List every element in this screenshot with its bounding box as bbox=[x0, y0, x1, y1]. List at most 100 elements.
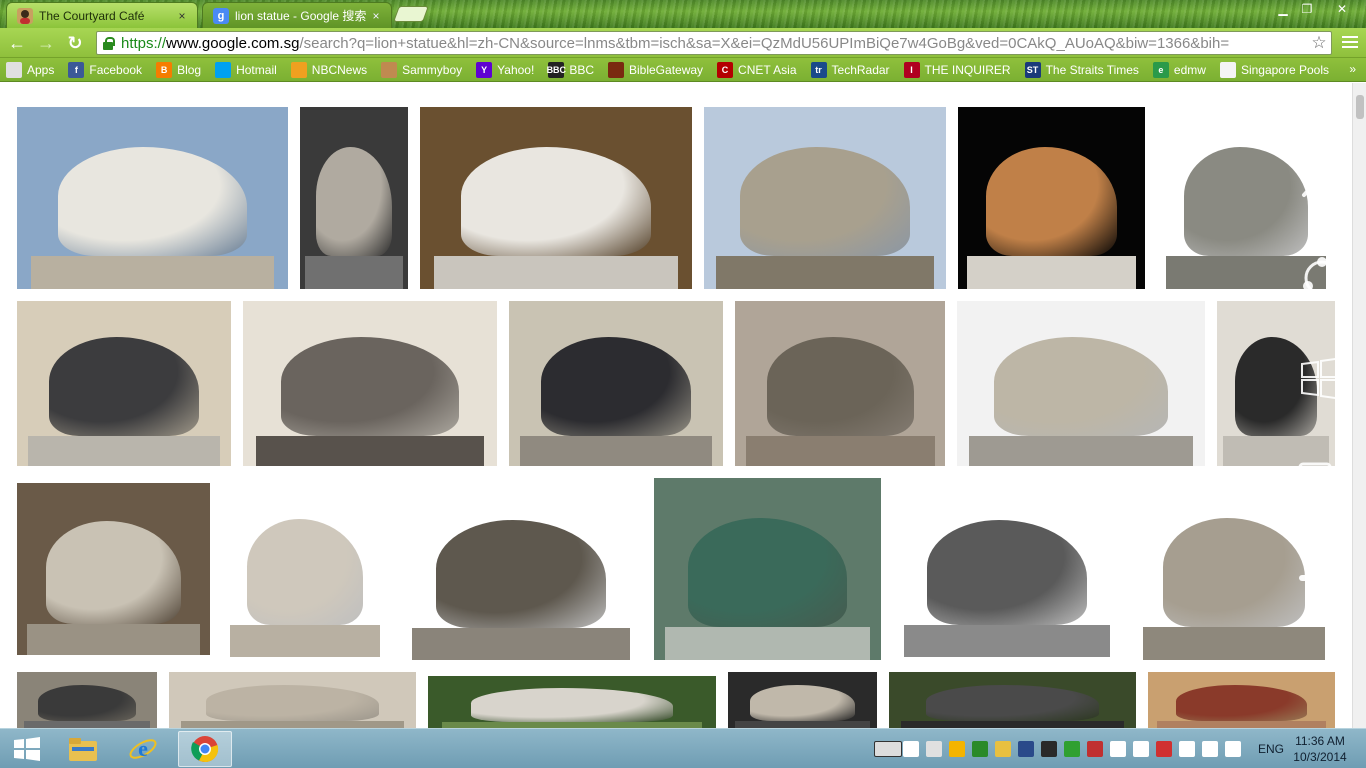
bookmark-hotmail[interactable]: Hotmail bbox=[215, 61, 277, 78]
signal-icon[interactable] bbox=[1202, 741, 1218, 757]
image-result-lion-statue[interactable] bbox=[17, 301, 231, 466]
bookmark-nbcnews[interactable]: NBCNews bbox=[290, 61, 367, 78]
clock-time[interactable]: 11:36 AM bbox=[1290, 734, 1350, 748]
bookmark-the-inquirer[interactable]: I THE INQUIRER bbox=[903, 61, 1011, 78]
image-result-lion-statue[interactable] bbox=[17, 672, 157, 728]
url-text[interactable]: https://www.google.com.sg/search?q=lion+… bbox=[121, 35, 1307, 52]
start-charm[interactable] bbox=[1296, 352, 1348, 404]
network-drive-icon[interactable] bbox=[926, 741, 942, 757]
share-charm[interactable] bbox=[1296, 252, 1348, 304]
statue-pedestal bbox=[1143, 627, 1325, 660]
bookmark-sammyboy[interactable]: Sammyboy bbox=[381, 61, 462, 78]
clock-date[interactable]: 10/3/2014 bbox=[1290, 750, 1350, 764]
image-result-lion-statue[interactable] bbox=[17, 483, 210, 655]
facebook-icon: f bbox=[68, 61, 85, 78]
bookmark-facebook[interactable]: f Facebook bbox=[68, 61, 142, 78]
bookmark-biblegateway[interactable]: BibleGateway bbox=[608, 61, 703, 78]
internet-explorer-button[interactable]: e bbox=[116, 731, 170, 767]
google-drive-icon[interactable] bbox=[949, 741, 965, 757]
image-result-lion-statue[interactable] bbox=[1148, 672, 1335, 728]
image-result-lion-statue[interactable] bbox=[957, 301, 1205, 466]
chrome-button[interactable] bbox=[178, 731, 232, 767]
bookmark-singapore-pools[interactable]: Singapore Pools bbox=[1219, 61, 1329, 78]
address-bar[interactable]: https://www.google.com.sg/search?q=lion+… bbox=[96, 31, 1332, 55]
antivirus-icon[interactable] bbox=[995, 741, 1011, 757]
image-result-lion-statue[interactable] bbox=[17, 107, 288, 289]
bbc-icon: BBC bbox=[547, 61, 566, 78]
image-result-lion-statue[interactable] bbox=[893, 481, 1121, 657]
bookmark-star-icon[interactable]: ☆ bbox=[1307, 33, 1331, 53]
image-result-lion-statue[interactable] bbox=[889, 672, 1136, 728]
maximize-button[interactable]: ❐ bbox=[1294, 0, 1320, 20]
bookmarks-overflow-icon[interactable]: » bbox=[1349, 62, 1356, 76]
image-result-lion-statue[interactable] bbox=[169, 672, 416, 728]
lion-statue-shape bbox=[471, 688, 673, 722]
bookmark-cnet-asia[interactable]: C CNET Asia bbox=[717, 61, 797, 78]
close-tab-icon[interactable]: × bbox=[369, 9, 383, 23]
scrollbar-thumb[interactable] bbox=[1356, 95, 1364, 119]
bookmark-apps[interactable]: Apps bbox=[6, 61, 54, 78]
image-result-lion-statue[interactable] bbox=[509, 301, 723, 466]
monitor-icon[interactable] bbox=[1041, 741, 1057, 757]
statue-pedestal bbox=[901, 721, 1124, 728]
image-result-lion-statue[interactable] bbox=[735, 301, 945, 466]
statue-pedestal bbox=[305, 256, 403, 289]
statue-pedestal bbox=[716, 256, 934, 289]
dropbox-icon[interactable] bbox=[972, 741, 988, 757]
cloud-icon[interactable] bbox=[903, 741, 919, 757]
volume-icon[interactable] bbox=[1225, 741, 1241, 757]
nvidia-icon[interactable] bbox=[1064, 741, 1080, 757]
image-result-lion-statue[interactable] bbox=[300, 107, 408, 289]
chrome-menu-icon[interactable] bbox=[1342, 34, 1358, 50]
bookmark-yahoo[interactable]: Y Yahoo! bbox=[476, 61, 535, 78]
avatar-icon bbox=[17, 7, 33, 24]
battery-icon[interactable] bbox=[1179, 741, 1195, 757]
image-result-lion-statue[interactable] bbox=[428, 676, 716, 728]
folder-icon bbox=[69, 738, 97, 761]
input-language[interactable]: ENG bbox=[1258, 742, 1284, 756]
lion-statue-shape bbox=[206, 685, 379, 722]
forward-button[interactable]: → bbox=[35, 32, 57, 54]
ie-icon: e bbox=[129, 736, 157, 761]
bookmark-techradar[interactable]: tr TechRadar bbox=[810, 61, 890, 78]
search-charm[interactable] bbox=[1296, 152, 1348, 204]
image-result-lion-statue[interactable] bbox=[654, 478, 881, 660]
shield-icon[interactable] bbox=[1133, 741, 1149, 757]
image-result-lion-statue[interactable] bbox=[958, 107, 1145, 289]
image-result-lion-statue[interactable] bbox=[222, 480, 388, 657]
back-button[interactable]: ← bbox=[6, 32, 28, 54]
image-result-lion-statue[interactable] bbox=[704, 107, 946, 289]
bookmark-the-straits-times[interactable]: ST The Straits Times bbox=[1024, 61, 1139, 78]
image-result-lion-statue[interactable] bbox=[243, 301, 497, 466]
start-button[interactable] bbox=[0, 731, 54, 767]
close-tab-icon[interactable]: × bbox=[175, 9, 189, 23]
devices-charm[interactable] bbox=[1296, 452, 1348, 504]
bookmark-bbc[interactable]: BBC BBC bbox=[547, 61, 594, 78]
new-tab-button[interactable] bbox=[393, 6, 429, 22]
reload-button[interactable]: ↻ bbox=[64, 32, 86, 54]
bookmark-label: Blog bbox=[177, 62, 202, 77]
bookmark-edmw[interactable]: e edmw bbox=[1152, 61, 1206, 78]
page-scrollbar[interactable] bbox=[1352, 83, 1366, 728]
bluetooth-icon[interactable] bbox=[1018, 741, 1034, 757]
image-result-lion-statue[interactable] bbox=[728, 672, 877, 728]
bookmark-blog[interactable]: B Blog bbox=[156, 61, 202, 78]
yahoo-icon: Y bbox=[476, 61, 493, 78]
bookmark-label: Yahoo! bbox=[497, 62, 535, 77]
keyboard-icon[interactable] bbox=[874, 741, 902, 757]
record-icon[interactable] bbox=[1156, 741, 1172, 757]
settings-charm[interactable] bbox=[1296, 552, 1348, 604]
statue-pedestal bbox=[412, 627, 630, 660]
security-icon[interactable] bbox=[1087, 741, 1103, 757]
bookmark-label: Hotmail bbox=[236, 62, 277, 77]
image-result-lion-statue[interactable] bbox=[420, 107, 692, 289]
speaker-icon[interactable] bbox=[1110, 741, 1126, 757]
file-explorer-button[interactable] bbox=[56, 731, 110, 767]
image-result-lion-statue[interactable] bbox=[400, 480, 642, 660]
minimize-button[interactable]: ▁ bbox=[1270, 0, 1296, 20]
statue-pedestal bbox=[255, 436, 485, 466]
close-window-button[interactable]: ✕ bbox=[1322, 0, 1362, 20]
techradar-icon: tr bbox=[810, 61, 827, 78]
tab-courtyard-cafe[interactable]: The Courtyard Café × bbox=[6, 2, 198, 28]
tab-lion-statue[interactable]: g lion statue - Google 搜索 × bbox=[202, 2, 392, 28]
